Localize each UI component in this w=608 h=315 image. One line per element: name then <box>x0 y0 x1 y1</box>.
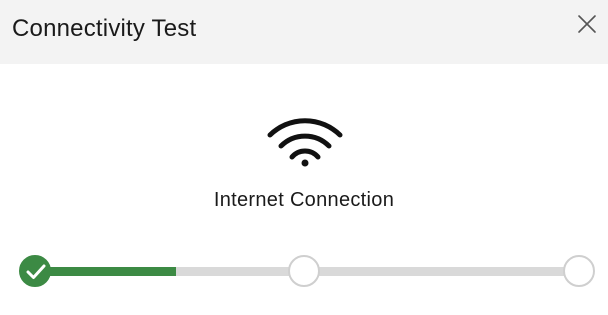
step-1-complete <box>19 255 51 287</box>
dialog-header: Connectivity Test <box>0 0 608 64</box>
wifi-icon <box>266 114 344 168</box>
checkmark-icon <box>26 264 46 279</box>
step-2-pending <box>288 255 320 287</box>
step-3-pending <box>563 255 595 287</box>
close-icon <box>578 15 596 33</box>
connectivity-test-dialog: Connectivity Test Internet Connection <box>0 0 608 315</box>
progress-fill <box>35 267 176 276</box>
test-label: Internet Connection <box>213 189 395 211</box>
close-button[interactable] <box>576 13 598 35</box>
dialog-title: Connectivity Test <box>12 15 197 42</box>
